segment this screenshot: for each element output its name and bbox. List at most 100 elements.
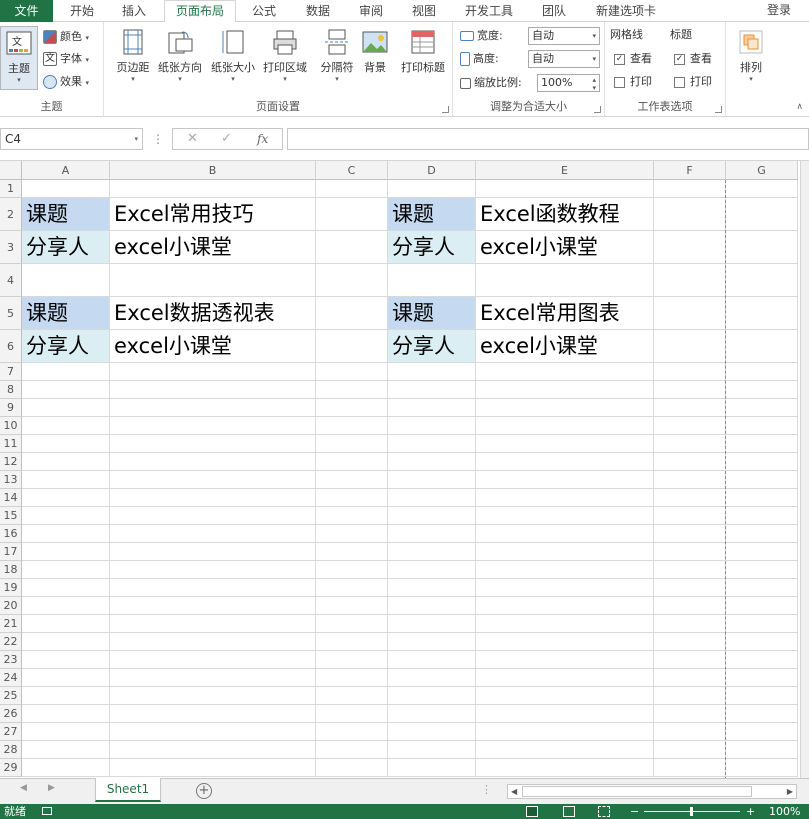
cell-a18[interactable] (22, 561, 110, 579)
cell-c21[interactable] (316, 615, 388, 633)
column-header-b[interactable]: B (110, 161, 316, 180)
cell-d28[interactable] (388, 741, 476, 759)
cell-e5[interactable]: Excel常用图表 (476, 297, 654, 330)
row-header-6[interactable]: 6 (0, 330, 22, 363)
cell-a6[interactable]: 分享人 (22, 330, 110, 363)
cell-c27[interactable] (316, 723, 388, 741)
cell-d10[interactable] (388, 417, 476, 435)
cell-f17[interactable] (654, 543, 726, 561)
fonts-button[interactable]: 文字体 ▾ (43, 49, 89, 69)
row-header-9[interactable]: 9 (0, 399, 22, 417)
column-header-e[interactable]: E (476, 161, 654, 180)
tab-data[interactable]: 数据 (294, 0, 342, 22)
cell-c1[interactable] (316, 180, 388, 198)
cell-g4[interactable] (726, 264, 798, 297)
cell-d7[interactable] (388, 363, 476, 381)
cell-g8[interactable] (726, 381, 798, 399)
cell-f11[interactable] (654, 435, 726, 453)
cell-f7[interactable] (654, 363, 726, 381)
tab-home[interactable]: 开始 (58, 0, 106, 22)
sheet-tab-sheet1[interactable]: Sheet1 (95, 778, 161, 802)
tab-formulas[interactable]: 公式 (240, 0, 288, 22)
cell-g29[interactable] (726, 759, 798, 777)
cell-b23[interactable] (110, 651, 316, 669)
cell-a11[interactable] (22, 435, 110, 453)
cell-e12[interactable] (476, 453, 654, 471)
cell-e9[interactable] (476, 399, 654, 417)
cell-g15[interactable] (726, 507, 798, 525)
cell-g13[interactable] (726, 471, 798, 489)
cell-f15[interactable] (654, 507, 726, 525)
cell-d6[interactable]: 分享人 (388, 330, 476, 363)
cell-f4[interactable] (654, 264, 726, 297)
gridlines-print-checkbox[interactable]: 打印 (614, 72, 652, 92)
cell-g12[interactable] (726, 453, 798, 471)
cell-g7[interactable] (726, 363, 798, 381)
cell-a19[interactable] (22, 579, 110, 597)
cell-f16[interactable] (654, 525, 726, 543)
cell-c5[interactable] (316, 297, 388, 330)
cell-g16[interactable] (726, 525, 798, 543)
cell-f23[interactable] (654, 651, 726, 669)
cell-d20[interactable] (388, 597, 476, 615)
cell-b7[interactable] (110, 363, 316, 381)
cell-a1[interactable] (22, 180, 110, 198)
cell-d27[interactable] (388, 723, 476, 741)
background-button[interactable]: 背景 (350, 26, 400, 90)
column-header-a[interactable]: A (22, 161, 110, 180)
row-header-15[interactable]: 15 (0, 507, 22, 525)
cell-a22[interactable] (22, 633, 110, 651)
cell-a14[interactable] (22, 489, 110, 507)
cell-c22[interactable] (316, 633, 388, 651)
cell-b14[interactable] (110, 489, 316, 507)
row-header-3[interactable]: 3 (0, 231, 22, 264)
cell-d9[interactable] (388, 399, 476, 417)
effects-button[interactable]: 效果 ▾ (43, 72, 89, 92)
cell-g19[interactable] (726, 579, 798, 597)
insert-function-icon[interactable]: fx (257, 129, 268, 149)
cell-e21[interactable] (476, 615, 654, 633)
cell-e7[interactable] (476, 363, 654, 381)
cell-c20[interactable] (316, 597, 388, 615)
cell-a15[interactable] (22, 507, 110, 525)
tab-view[interactable]: 视图 (400, 0, 448, 22)
page-setup-launcher-icon[interactable] (442, 106, 449, 113)
cell-g11[interactable] (726, 435, 798, 453)
cell-g10[interactable] (726, 417, 798, 435)
cell-b28[interactable] (110, 741, 316, 759)
row-header-11[interactable]: 11 (0, 435, 22, 453)
add-sheet-icon[interactable]: + (196, 783, 212, 799)
cell-d4[interactable] (388, 264, 476, 297)
cell-e4[interactable] (476, 264, 654, 297)
cell-a7[interactable] (22, 363, 110, 381)
row-header-16[interactable]: 16 (0, 525, 22, 543)
orientation-button[interactable]: 纸张方向 ▾ (155, 26, 205, 90)
row-header-25[interactable]: 25 (0, 687, 22, 705)
tab-insert[interactable]: 插入 (110, 0, 158, 22)
cell-f21[interactable] (654, 615, 726, 633)
cell-a25[interactable] (22, 687, 110, 705)
cell-d17[interactable] (388, 543, 476, 561)
tab-team[interactable]: 团队 (530, 0, 578, 22)
vertical-scrollbar[interactable] (800, 161, 809, 778)
cell-b6[interactable]: excel小课堂 (110, 330, 316, 363)
cell-g9[interactable] (726, 399, 798, 417)
cell-e27[interactable] (476, 723, 654, 741)
row-header-27[interactable]: 27 (0, 723, 22, 741)
row-header-4[interactable]: 4 (0, 264, 22, 297)
size-button[interactable]: 纸张大小 ▾ (208, 26, 258, 90)
cell-e16[interactable] (476, 525, 654, 543)
cell-g27[interactable] (726, 723, 798, 741)
cell-b4[interactable] (110, 264, 316, 297)
row-header-5[interactable]: 5 (0, 297, 22, 330)
cell-g6[interactable] (726, 330, 798, 363)
cell-e22[interactable] (476, 633, 654, 651)
headings-print-checkbox[interactable]: 打印 (674, 72, 712, 92)
cell-e24[interactable] (476, 669, 654, 687)
cell-b1[interactable] (110, 180, 316, 198)
column-header-g[interactable]: G (726, 161, 798, 180)
cell-c13[interactable] (316, 471, 388, 489)
cell-a28[interactable] (22, 741, 110, 759)
cell-g25[interactable] (726, 687, 798, 705)
cell-d12[interactable] (388, 453, 476, 471)
